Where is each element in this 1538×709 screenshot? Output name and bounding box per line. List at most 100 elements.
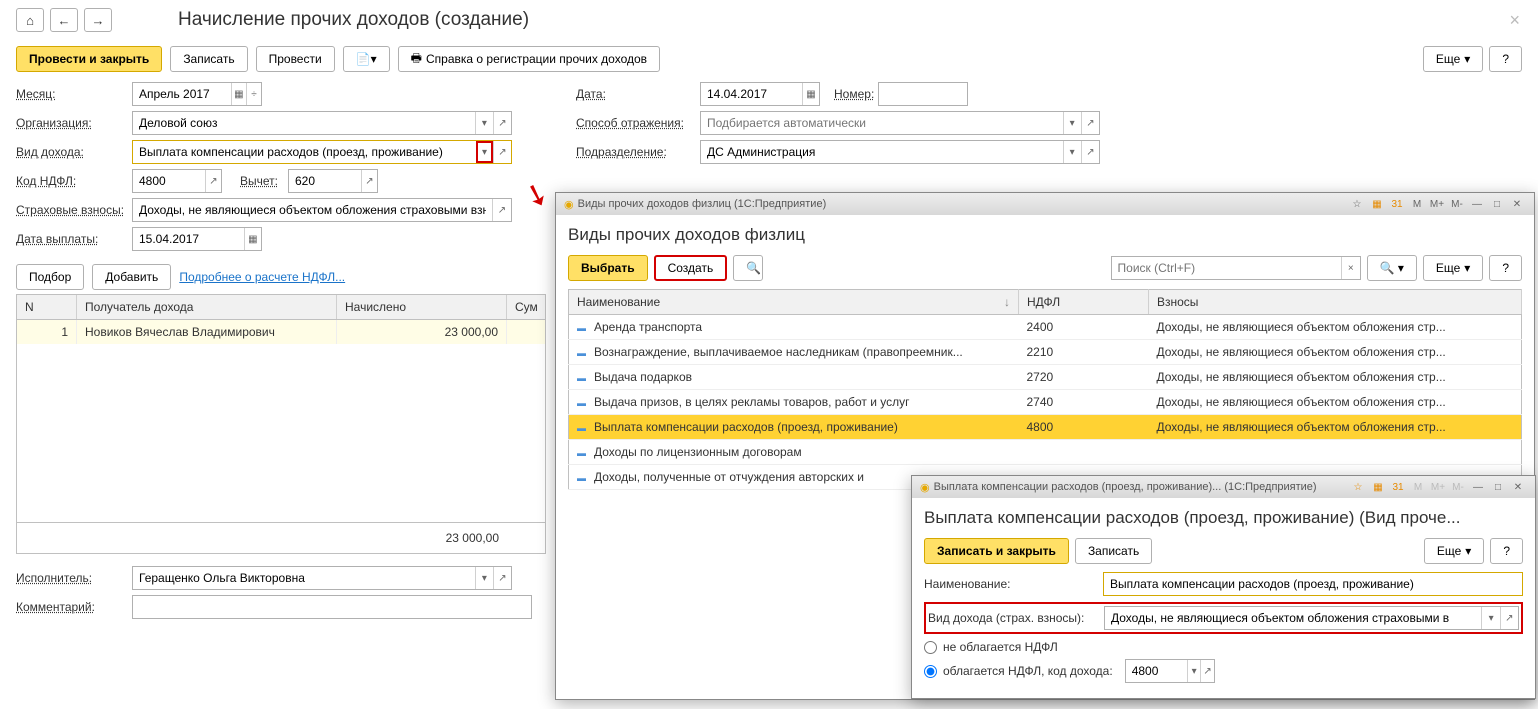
m-icon[interactable]: M bbox=[1408, 196, 1426, 212]
minimize-icon[interactable]: — bbox=[1468, 196, 1486, 212]
post-and-close-button[interactable]: Провести и закрыть bbox=[16, 46, 162, 72]
list-item[interactable]: ▬Выдача подарков2720Доходы, не являющиес… bbox=[569, 365, 1522, 390]
open-icon[interactable]: ↗ bbox=[492, 199, 511, 221]
m-plus-icon[interactable]: M+ bbox=[1428, 196, 1446, 212]
open-icon[interactable]: ↗ bbox=[493, 112, 511, 134]
col-number[interactable]: N bbox=[17, 295, 77, 319]
spinner-icon[interactable]: ÷ bbox=[246, 83, 261, 105]
forward-button[interactable] bbox=[84, 8, 112, 32]
calendar-icon[interactable]: 31 bbox=[1388, 196, 1406, 212]
pick-button[interactable]: Подбор bbox=[16, 264, 84, 290]
date-input[interactable]: ▦ bbox=[700, 82, 820, 106]
help-button[interactable]: ? bbox=[1490, 538, 1523, 564]
insurance-input[interactable]: ↗ bbox=[132, 198, 512, 222]
income-type-label: Вид дохода: bbox=[16, 145, 128, 159]
calculator-icon[interactable]: ▦ bbox=[1368, 196, 1386, 212]
chevron-down-icon[interactable]: ▾ bbox=[1063, 141, 1081, 163]
no-ndfl-radio[interactable] bbox=[924, 641, 937, 654]
col-ndfl[interactable]: НДФЛ bbox=[1019, 290, 1149, 315]
calendar-icon[interactable]: ▦ bbox=[231, 83, 246, 105]
write-close-button[interactable]: Записать и закрыть bbox=[924, 538, 1069, 564]
open-icon[interactable]: ↗ bbox=[1500, 607, 1518, 629]
table-row[interactable]: 1 Новиков Вячеслав Владимирович 23 000,0… bbox=[17, 320, 545, 344]
ndfl-radio[interactable] bbox=[924, 665, 937, 678]
find-by-ref-icon[interactable]: 🔍 bbox=[733, 255, 763, 281]
select-button[interactable]: Выбрать bbox=[568, 255, 648, 281]
more-button[interactable]: Еще ▾ bbox=[1423, 255, 1483, 281]
list-item[interactable]: ▬Доходы по лицензионным договорам bbox=[569, 440, 1522, 465]
insurance-label: Страховые взносы: bbox=[16, 203, 128, 217]
calendar-icon[interactable]: ▦ bbox=[802, 83, 819, 105]
m-icon[interactable]: M bbox=[1409, 479, 1427, 495]
close-icon[interactable]: × bbox=[1509, 10, 1520, 31]
chevron-down-icon[interactable]: ▾ bbox=[1481, 607, 1499, 629]
pay-date-input[interactable]: ▦ bbox=[132, 227, 262, 251]
certificate-button[interactable]: 🖶 Справка о регистрации прочих доходов bbox=[398, 46, 660, 72]
more-button[interactable]: Еще ▾ bbox=[1424, 538, 1484, 564]
create-button[interactable]: Создать bbox=[654, 255, 728, 281]
chevron-down-icon[interactable]: ▾ bbox=[476, 141, 493, 163]
m-plus-icon[interactable]: M+ bbox=[1429, 479, 1447, 495]
clear-icon[interactable]: × bbox=[1341, 257, 1360, 279]
open-icon[interactable]: ↗ bbox=[1081, 141, 1099, 163]
search-icon-button[interactable]: 🔍 ▾ bbox=[1367, 255, 1417, 281]
open-icon[interactable]: ↗ bbox=[205, 170, 221, 192]
write-button[interactable]: Записать bbox=[170, 46, 247, 72]
search-input[interactable]: × bbox=[1111, 256, 1361, 280]
executor-input[interactable]: ▾↗ bbox=[132, 566, 512, 590]
list-item[interactable]: ▬Аренда транспорта2400Доходы, не являющи… bbox=[569, 315, 1522, 340]
item-icon: ▬ bbox=[577, 423, 586, 433]
ndfl-code-input[interactable]: ↗ bbox=[132, 169, 222, 193]
open-icon[interactable]: ↗ bbox=[1200, 660, 1213, 682]
calendar-icon[interactable]: 31 bbox=[1389, 479, 1407, 495]
list-item[interactable]: ▬Выдача призов, в целях рекламы товаров,… bbox=[569, 390, 1522, 415]
ndfl-code-input[interactable]: ▾↗ bbox=[1125, 659, 1215, 683]
maximize-icon[interactable]: □ bbox=[1489, 479, 1507, 495]
write-button[interactable]: Записать bbox=[1075, 538, 1152, 564]
col-dues[interactable]: Взносы bbox=[1149, 290, 1522, 315]
chevron-down-icon[interactable]: ▾ bbox=[1187, 660, 1200, 682]
add-button[interactable]: Добавить bbox=[92, 264, 171, 290]
department-input[interactable]: ▾↗ bbox=[700, 140, 1100, 164]
m-minus-icon[interactable]: M- bbox=[1449, 479, 1467, 495]
open-icon[interactable]: ↗ bbox=[493, 567, 511, 589]
name-input[interactable] bbox=[1103, 572, 1523, 596]
close-icon[interactable]: ✕ bbox=[1508, 196, 1526, 212]
calendar-icon[interactable]: ▦ bbox=[244, 228, 261, 250]
home-button[interactable] bbox=[16, 8, 44, 32]
deduction-input[interactable]: ↗ bbox=[288, 169, 378, 193]
close-icon[interactable]: ✕ bbox=[1509, 479, 1527, 495]
post-button[interactable]: Провести bbox=[256, 46, 335, 72]
reflect-input[interactable]: ▾↗ bbox=[700, 111, 1100, 135]
number-input[interactable] bbox=[878, 82, 968, 106]
favorite-icon[interactable]: ☆ bbox=[1348, 196, 1366, 212]
back-button[interactable] bbox=[50, 8, 78, 32]
income-type-input[interactable]: ▾↗ bbox=[132, 140, 512, 164]
col-accrued[interactable]: Начислено bbox=[337, 295, 507, 319]
month-input[interactable]: ▦÷ bbox=[132, 82, 262, 106]
item-icon: ▬ bbox=[577, 473, 586, 483]
chevron-down-icon[interactable]: ▾ bbox=[475, 567, 493, 589]
help-button[interactable]: ? bbox=[1489, 255, 1522, 281]
org-input[interactable]: ▾↗ bbox=[132, 111, 512, 135]
minimize-icon[interactable]: — bbox=[1469, 479, 1487, 495]
open-icon[interactable]: ↗ bbox=[1081, 112, 1099, 134]
ndfl-calc-link[interactable]: Подробнее о расчете НДФЛ... bbox=[179, 270, 345, 284]
calculator-icon[interactable]: ▦ bbox=[1369, 479, 1387, 495]
insurance-type-input[interactable]: ▾↗ bbox=[1104, 606, 1519, 630]
chevron-down-icon[interactable]: ▾ bbox=[475, 112, 493, 134]
print-icon-button[interactable]: 📄▾ bbox=[343, 46, 390, 72]
chevron-down-icon[interactable]: ▾ bbox=[1063, 112, 1081, 134]
comment-input[interactable] bbox=[132, 595, 532, 619]
help-button[interactable]: ? bbox=[1489, 46, 1522, 72]
col-name[interactable]: Наименование↓ bbox=[569, 290, 1019, 315]
open-icon[interactable]: ↗ bbox=[361, 170, 377, 192]
open-icon[interactable]: ↗ bbox=[493, 141, 511, 163]
col-recipient[interactable]: Получатель дохода bbox=[77, 295, 337, 319]
list-item[interactable]: ▬Вознаграждение, выплачиваемое наследник… bbox=[569, 340, 1522, 365]
list-item[interactable]: ▬Выплата компенсации расходов (проезд, п… bbox=[569, 415, 1522, 440]
more-button[interactable]: Еще ▾ bbox=[1423, 46, 1483, 72]
favorite-icon[interactable]: ☆ bbox=[1349, 479, 1367, 495]
maximize-icon[interactable]: □ bbox=[1488, 196, 1506, 212]
m-minus-icon[interactable]: M- bbox=[1448, 196, 1466, 212]
